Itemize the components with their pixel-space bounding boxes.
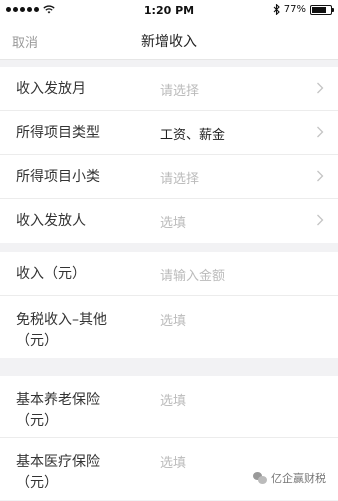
income-month-label: 收入发放月 <box>16 81 86 97</box>
pension-insurance-input[interactable]: 选填 <box>160 390 186 409</box>
income-month-row[interactable]: 收入发放月 请选择 <box>0 67 338 111</box>
income-payer-value: 选填 <box>160 216 187 231</box>
chevron-right-icon <box>317 170 324 182</box>
income-item-subtype-label: 所得项目小类 <box>16 169 100 185</box>
status-bar: 1:20 PM 77% <box>0 0 338 22</box>
income-amount-label: 收入（元） <box>16 266 86 282</box>
chevron-right-icon <box>317 82 324 94</box>
medical-insurance-input[interactable]: 选填 <box>160 452 186 471</box>
medical-insurance-label: 基本医疗保险（元） <box>16 454 100 491</box>
form-group-basic: 收入发放月 请选择 所得项目类型 工资、薪金 所得项目小类 请选择 收入发放人 … <box>0 67 338 243</box>
income-item-type-row[interactable]: 所得项目类型 工资、薪金 <box>0 111 338 155</box>
tax-free-income-row[interactable]: 免税收入–其他（元） 选填 <box>0 296 338 358</box>
tax-free-income-input[interactable]: 选填 <box>160 310 186 329</box>
income-amount-input[interactable]: 请输入金额 <box>160 265 225 284</box>
pension-insurance-row[interactable]: 基本养老保险（元） 选填 <box>0 376 338 438</box>
tax-free-income-label: 免税收入–其他（元） <box>16 312 107 349</box>
income-item-type-label: 所得项目类型 <box>16 125 100 141</box>
income-payer-row[interactable]: 收入发放人 选填 <box>0 199 338 243</box>
battery-percent: 77% <box>283 4 306 15</box>
wechat-icon <box>253 472 267 484</box>
form-group-income: 收入（元） 请输入金额 免税收入–其他（元） 选填 <box>0 252 338 358</box>
income-month-value: 请选择 <box>160 84 200 99</box>
battery-fill <box>312 6 326 13</box>
income-item-type-value: 工资、薪金 <box>160 128 226 143</box>
income-item-subtype-value: 请选择 <box>160 172 200 187</box>
income-amount-row[interactable]: 收入（元） 请输入金额 <box>0 252 338 296</box>
bluetooth-icon <box>273 4 280 15</box>
income-payer-label: 收入发放人 <box>16 213 86 229</box>
battery-icon <box>310 4 334 15</box>
watermark: 亿企赢财税 <box>249 468 330 488</box>
status-right: 77% <box>273 4 334 15</box>
page-title: 新增收入 <box>141 34 197 50</box>
chevron-right-icon <box>317 126 324 138</box>
chevron-right-icon <box>317 214 324 226</box>
pension-insurance-label: 基本养老保险（元） <box>16 392 100 429</box>
watermark-text: 亿企赢财税 <box>271 472 326 485</box>
nav-bar: 取消 新增收入 <box>0 22 338 60</box>
income-item-subtype-row[interactable]: 所得项目小类 请选择 <box>0 155 338 199</box>
